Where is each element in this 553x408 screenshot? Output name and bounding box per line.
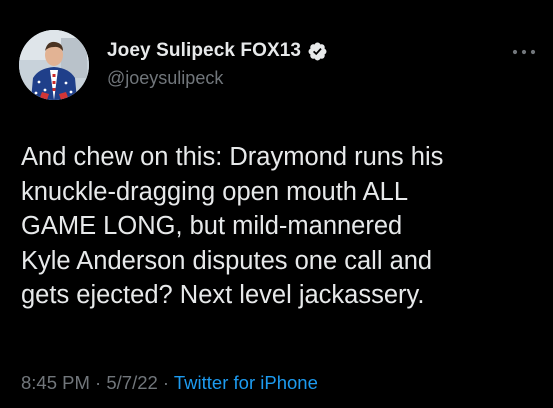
author-display-name[interactable]: Joey Sulipeck FOX13: [107, 40, 301, 62]
author-handle[interactable]: @joeysulipeck: [107, 68, 223, 89]
verified-badge-icon: [307, 41, 328, 62]
tweet-text: And chew on this: Draymond runs his knuc…: [21, 143, 444, 310]
tweet-card: Joey Sulipeck FOX13 @joeysulipeck And ch…: [0, 0, 553, 408]
tweet-time[interactable]: 8:45 PM: [21, 372, 90, 393]
more-options-icon[interactable]: [510, 44, 538, 55]
tweet-meta: 8:45 PM · 5/7/22 · Twitter for iPhone: [21, 372, 318, 394]
tweet-date[interactable]: 5/7/22: [106, 372, 157, 393]
meta-separator-2: ·: [157, 372, 174, 393]
avatar-photo: [19, 30, 89, 100]
meta-separator: ·: [89, 372, 107, 393]
avatar[interactable]: [19, 30, 89, 100]
tweet-source-link[interactable]: Twitter for iPhone: [174, 372, 318, 393]
author-name-row[interactable]: Joey Sulipeck FOX13: [107, 40, 328, 62]
